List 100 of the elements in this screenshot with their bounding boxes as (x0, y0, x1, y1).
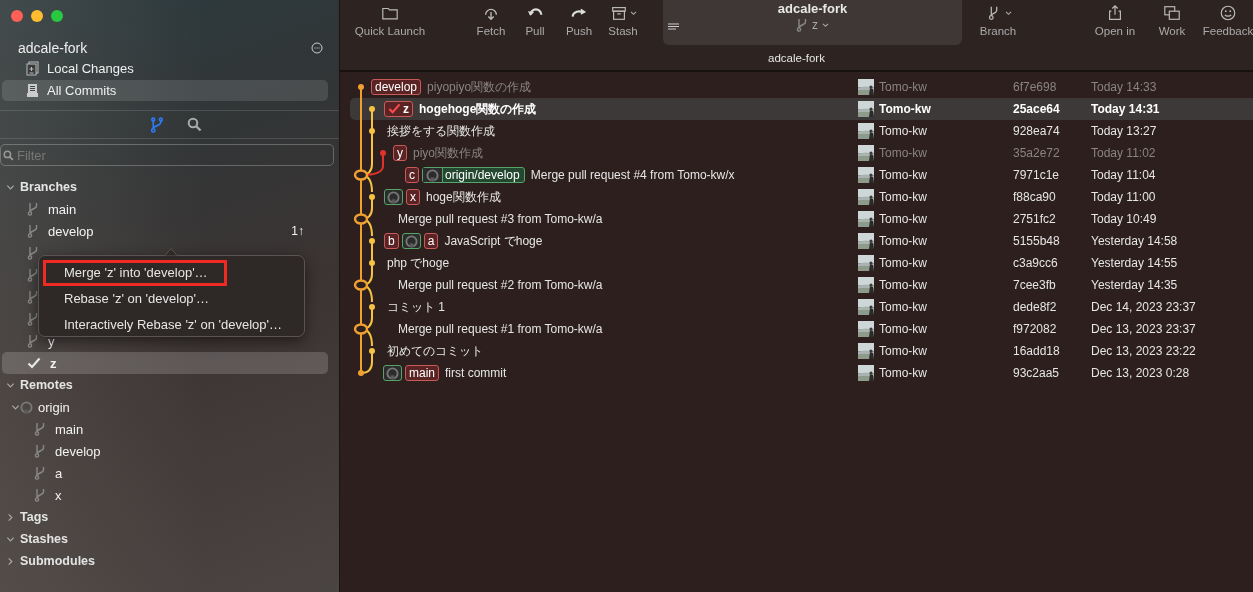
commit-row[interactable]: z hogehoge関数の作成 Tomo-kw 25ace64 Today 14:31 (350, 98, 1253, 120)
toolbar-button[interactable]: Stash (601, 0, 645, 45)
toolbar-button[interactable]: Push (557, 0, 601, 45)
chevron-right-icon[interactable] (6, 556, 15, 566)
commit-author: Tomo-kw (879, 322, 927, 336)
commit-row[interactable]: main first commit Tomo-kw 93c2aa5 Dec 13, 2023 0:28 (350, 362, 1253, 384)
branch-item[interactable]: main (0, 418, 328, 440)
close-icon[interactable] (11, 10, 23, 22)
branch-tag[interactable]: x (406, 189, 420, 205)
branch-tag[interactable]: a (423, 233, 439, 249)
branch-item[interactable]: develop 1↑ (0, 220, 328, 242)
nav-item[interactable]: All Commits (2, 80, 328, 101)
commit-row[interactable]: Merge pull request #2 from Tomo-kw/a Tomo-kw 7cee3fb Yesterday 14:35 (350, 274, 1253, 296)
commit-hash: dede8f2 (1013, 300, 1058, 314)
branch-icon (34, 466, 46, 480)
branch-item[interactable]: x (0, 484, 328, 506)
commit-dot[interactable] (369, 106, 375, 112)
remote-branch-tag[interactable]: origin/develop (422, 167, 525, 183)
commit-dot[interactable] (369, 348, 375, 354)
merge-commit-dot[interactable] (353, 213, 369, 225)
branch-tag[interactable]: b (384, 233, 399, 249)
minimize-icon[interactable] (31, 10, 43, 22)
section-header[interactable]: Submodules (0, 550, 339, 572)
merge-commit-dot[interactable] (353, 169, 369, 181)
github-icon (387, 190, 400, 204)
remote-tag[interactable] (384, 189, 403, 205)
section-header[interactable]: Stashes (0, 528, 339, 550)
commit-dot[interactable] (369, 260, 375, 266)
current-branch-tag[interactable]: z (384, 101, 413, 117)
caret-icon[interactable] (822, 22, 829, 28)
search-icon[interactable] (186, 117, 202, 132)
commit-row[interactable]: コミット 1 Tomo-kw dede8f2 Dec 14, 2023 23:37 (350, 296, 1253, 318)
merge-commit-dot[interactable] (353, 323, 369, 335)
menu-item[interactable]: Interactively Rebase 'z' on 'develop'… (39, 312, 283, 338)
repository-name: adcale-fork (18, 40, 88, 56)
menu-item[interactable]: Rebase 'z' on 'develop'… (39, 286, 210, 312)
branch-icon (27, 290, 39, 304)
commit-message: Merge pull request #3 from Tomo-kw/a (398, 212, 603, 226)
commit-row[interactable]: b a JavaScript でhoge Tomo-kw 5155b48 Yesterday 14:58 (350, 230, 1253, 252)
branch-item[interactable]: a (0, 462, 328, 484)
list-icon[interactable] (668, 23, 679, 31)
toolbar-button[interactable]: Feedback (1203, 0, 1253, 45)
branch-item[interactable]: main (0, 198, 328, 220)
toolbar-button[interactable]: Open in (1087, 0, 1143, 45)
commit-dot[interactable] (369, 304, 375, 310)
search-icon (3, 149, 14, 161)
merge-commit-dot[interactable] (353, 279, 369, 291)
zoom-icon[interactable] (51, 10, 63, 22)
commit-row[interactable]: c origin/develop Merge pull request #4 from Tomo-kw/x Tomo-kw 7971c1e Today 11:04 (350, 164, 1253, 186)
commit-date: Today 11:04 (1091, 168, 1156, 182)
repository-tab[interactable]: adcale-fork (762, 49, 831, 66)
commit-dot[interactable] (369, 194, 375, 200)
repository-title: adcale-fork (777, 1, 848, 16)
branch-item[interactable]: origin (0, 396, 328, 418)
toolbar-button[interactable]: Pull (513, 0, 557, 45)
branch-icon[interactable] (149, 116, 163, 133)
toolbar-button[interactable]: Branch (968, 0, 1028, 45)
commit-date: Today 10:49 (1091, 212, 1157, 226)
commit-row[interactable]: x hoge関数作成 Tomo-kw f88ca90 Today 11:00 (350, 186, 1253, 208)
more-icon[interactable] (311, 42, 323, 54)
remote-tag[interactable] (401, 233, 421, 249)
commit-row[interactable]: y piyo関数作成 Tomo-kw 35a2e72 Today 11:02 (350, 142, 1253, 164)
windows-icon (1163, 4, 1181, 22)
commit-message: hoge関数作成 (426, 188, 501, 206)
branch-tag[interactable]: c (405, 167, 419, 183)
branch-icon (27, 224, 39, 238)
commit-row[interactable]: Merge pull request #3 from Tomo-kw/a Tomo-kw 2751fc2 Today 10:49 (350, 208, 1253, 230)
section-header[interactable]: Tags (0, 506, 339, 528)
commit-row[interactable]: Merge pull request #1 from Tomo-kw/a Tomo-kw f972082 Dec 13, 2023 23:37 (350, 318, 1253, 340)
branch-tag[interactable]: develop (371, 79, 422, 95)
commit-dot[interactable] (380, 150, 386, 156)
commit-dot[interactable] (369, 238, 375, 244)
menu-item[interactable]: Merge 'z' into 'develop'… (43, 260, 227, 286)
chevron-right-icon[interactable] (6, 512, 15, 522)
commit-row[interactable]: develop piyopiyo関数の作成 Tomo-kw 6f7e698 Today 14:33 (350, 76, 1253, 98)
branch-item[interactable]: z (2, 352, 328, 374)
commit-row[interactable]: php でhoge Tomo-kw c3a9cc6 Yesterday 14:55 (350, 252, 1253, 274)
branch-item[interactable]: develop (0, 440, 328, 462)
commit-message: JavaScript でhoge (444, 232, 543, 250)
toolbar-button[interactable]: Quick Launch (340, 0, 440, 45)
toolbar-button[interactable]: Fetch (469, 0, 513, 45)
commit-message: 初めてのコミット (387, 342, 483, 360)
nav-item[interactable]: Local Changes (2, 58, 328, 79)
commit-row[interactable]: 初めてのコミット Tomo-kw 16add18 Dec 13, 2023 23:22 (350, 340, 1253, 362)
commit-date: Today 13:27 (1091, 124, 1157, 138)
caret-icon[interactable] (629, 10, 637, 16)
check-icon (27, 357, 41, 369)
github-icon (386, 366, 399, 380)
branch-tag[interactable]: y (393, 145, 407, 161)
branch-selector[interactable]: z (790, 17, 835, 33)
section-header[interactable]: Remotes (0, 374, 339, 396)
remote-tag[interactable] (383, 365, 402, 381)
commit-dot[interactable] (358, 370, 364, 376)
caret-icon[interactable] (1004, 10, 1012, 16)
commit-row[interactable]: 挨拶をする関数作成 Tomo-kw 928ea74 Today 13:27 (350, 120, 1253, 142)
branch-tag[interactable]: main (405, 365, 439, 381)
toolbar-button[interactable]: Work (1147, 0, 1197, 45)
section-header[interactable]: Branches (0, 176, 339, 198)
commit-dot[interactable] (358, 84, 364, 90)
commit-dot[interactable] (369, 128, 375, 134)
